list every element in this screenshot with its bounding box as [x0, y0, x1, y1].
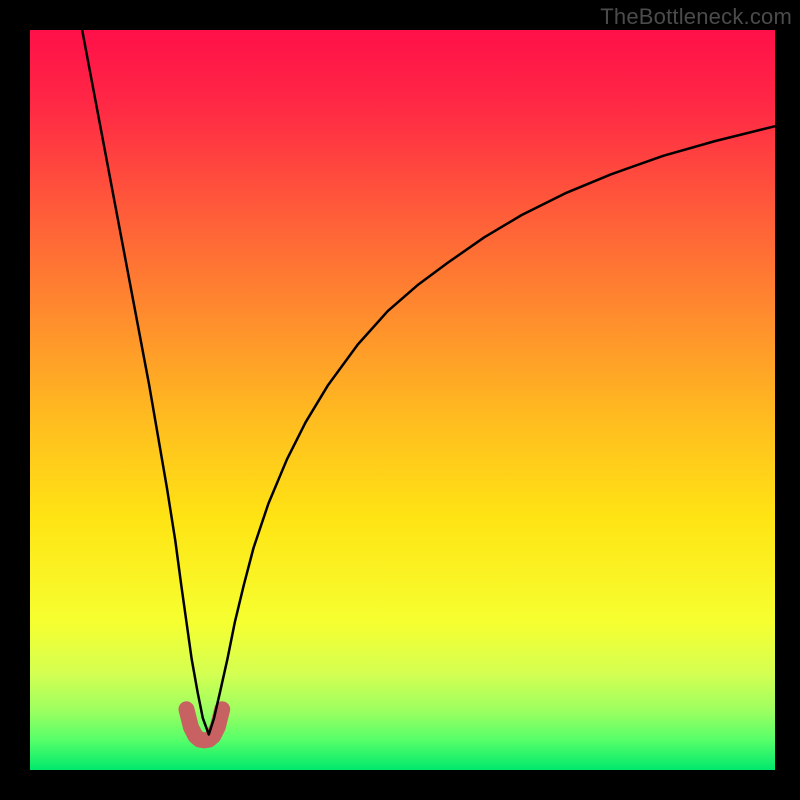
- chart-frame: TheBottleneck.com: [0, 0, 800, 800]
- watermark-text: TheBottleneck.com: [600, 4, 792, 30]
- chart-svg: [30, 30, 775, 770]
- chart-background: [30, 30, 775, 770]
- chart-plot: [30, 30, 775, 770]
